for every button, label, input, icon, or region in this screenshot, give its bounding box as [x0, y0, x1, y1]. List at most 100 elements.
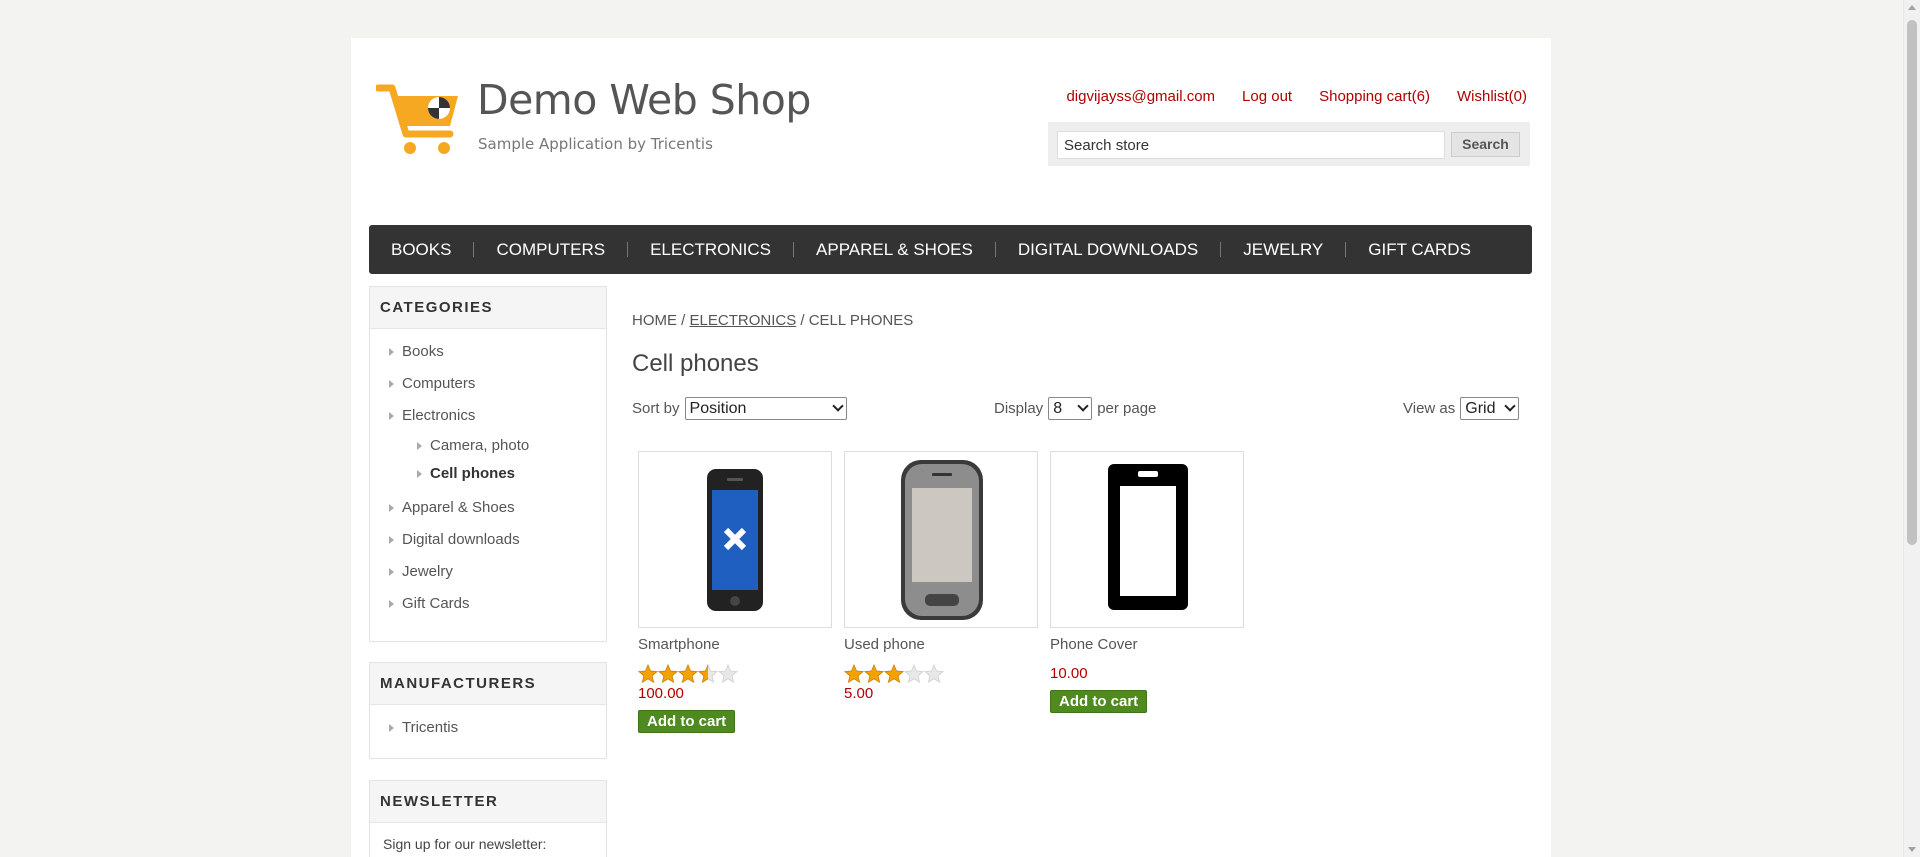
shopping-cart-link[interactable]: Shopping cart(6) — [1319, 88, 1430, 105]
menu-item-digital-downloads[interactable]: DIGITAL DOWNLOADS — [1018, 240, 1198, 260]
bullet-arrow-icon — [389, 412, 394, 420]
search-input[interactable]: Search store — [1057, 131, 1445, 159]
top-menu: BOOKS COMPUTERS ELECTRONICS APPAREL & SH… — [369, 225, 1532, 274]
star-empty-icon — [903, 664, 925, 684]
product-item: Smartphone 100.00 Add to cart — [638, 451, 832, 733]
sort-by-label: Sort by — [632, 400, 680, 417]
product-title[interactable]: Smartphone — [638, 636, 832, 653]
product-price: 100.00 — [638, 685, 684, 702]
category-digital-downloads[interactable]: Digital downloads — [370, 524, 606, 556]
manufacturers-title: MANUFACTURERS — [370, 663, 606, 705]
category-electronics[interactable]: Electronics — [370, 400, 606, 432]
star-rating-icon — [638, 664, 738, 684]
product-title[interactable]: Phone Cover — [1050, 636, 1244, 653]
menu-item-apparel-shoes[interactable]: APPAREL & SHOES — [816, 240, 973, 260]
newsletter-block: NEWSLETTER Sign up for our newsletter: — [369, 780, 607, 857]
site-logo[interactable]: Demo Web Shop Sample Application by Tric… — [376, 76, 811, 162]
breadcrumb-separator: / — [681, 312, 686, 329]
bullet-arrow-icon — [389, 380, 394, 388]
view-as-label: View as — [1403, 400, 1456, 417]
logout-link[interactable]: Log out — [1242, 88, 1292, 105]
category-camera-photo[interactable]: Camera, photo — [370, 432, 606, 460]
search-box: Search store Search — [1048, 122, 1530, 166]
category-gift-cards[interactable]: Gift Cards — [370, 588, 606, 620]
star-filled-icon — [658, 664, 678, 684]
page-container: Demo Web Shop Sample Application by Tric… — [351, 38, 1551, 857]
product-image[interactable] — [1050, 451, 1244, 628]
phone-cover-image-icon — [1108, 464, 1188, 610]
menu-item-jewelry[interactable]: JEWELRY — [1243, 240, 1323, 260]
category-apparel-shoes[interactable]: Apparel & Shoes — [370, 492, 606, 524]
product-price: 5.00 — [844, 685, 874, 702]
display-label: Display — [994, 400, 1044, 417]
add-to-cart-button[interactable]: Add to cart — [638, 710, 736, 733]
bullet-arrow-icon — [389, 504, 394, 512]
sort-by-select[interactable]: Position — [684, 397, 847, 420]
category-books[interactable]: Books — [370, 336, 606, 368]
categories-title: CATEGORIES — [370, 287, 606, 329]
star-empty-icon — [717, 664, 738, 684]
smartphone-image-icon — [707, 469, 763, 611]
bullet-arrow-icon — [417, 470, 422, 478]
search-button[interactable]: Search — [1451, 132, 1520, 157]
product-image[interactable] — [844, 451, 1038, 628]
per-page-label: per page — [1097, 400, 1157, 417]
product-rating — [844, 664, 1038, 684]
bullet-arrow-icon — [389, 568, 394, 576]
category-label: Books — [402, 343, 444, 360]
chevron-down-icon — [1504, 400, 1516, 412]
sort-by-control: Sort by Position — [632, 397, 847, 420]
manufacturers-list: Tricentis — [370, 705, 606, 751]
category-jewelry[interactable]: Jewelry — [370, 556, 606, 588]
product-item: Phone Cover 10.00 Add to cart — [1050, 451, 1244, 713]
wishlist-link[interactable]: Wishlist(0) — [1457, 88, 1527, 105]
account-link[interactable]: digvijayss@gmail.com — [1066, 88, 1215, 105]
product-item: Used phone 5.00 — [844, 451, 1038, 702]
menu-divider — [1345, 242, 1347, 257]
breadcrumb-home[interactable]: HOME — [632, 312, 677, 329]
menu-item-books[interactable]: BOOKS — [391, 240, 451, 260]
bullet-arrow-icon — [389, 724, 394, 732]
star-filled-icon — [638, 664, 658, 684]
page-scrollbar[interactable] — [1903, 0, 1920, 857]
manufacturer-label: Tricentis — [402, 719, 459, 736]
category-label: Gift Cards — [402, 595, 470, 612]
manufacturer-tricentis[interactable]: Tricentis — [370, 712, 606, 744]
menu-divider — [627, 242, 629, 257]
page-size-value: 8 — [1053, 399, 1063, 417]
bullet-arrow-icon — [389, 536, 394, 544]
scroll-down-arrow-icon[interactable] — [1908, 847, 1916, 852]
star-filled-icon — [864, 664, 884, 684]
product-image[interactable] — [638, 451, 832, 628]
menu-item-gift-cards[interactable]: GIFT CARDS — [1368, 240, 1471, 260]
used-phone-image-icon — [901, 460, 983, 620]
category-label: Electronics — [402, 407, 476, 424]
sort-by-value: Position — [689, 399, 747, 417]
site-title: Demo Web Shop — [477, 76, 811, 124]
categories-list: Books Computers Electronics Camera, phot… — [370, 329, 606, 627]
category-label: Cell phones — [430, 465, 516, 482]
view-mode-value: Grid — [1465, 399, 1496, 417]
page-size-control: Display 8 per page — [994, 397, 1156, 420]
category-label: Apparel & Shoes — [402, 499, 515, 516]
menu-divider — [1220, 242, 1222, 257]
menu-item-electronics[interactable]: ELECTRONICS — [650, 240, 771, 260]
star-filled-icon — [844, 664, 864, 684]
scrollbar-thumb[interactable] — [1907, 20, 1917, 545]
breadcrumb-electronics[interactable]: ELECTRONICS — [690, 312, 797, 329]
scroll-up-arrow-icon[interactable] — [1908, 5, 1916, 10]
view-mode-select[interactable]: Grid — [1460, 397, 1520, 420]
menu-item-computers[interactable]: COMPUTERS — [496, 240, 605, 260]
breadcrumb: HOME / ELECTRONICS / CELL PHONES — [632, 312, 913, 329]
add-to-cart-button[interactable]: Add to cart — [1050, 690, 1148, 713]
bullet-arrow-icon — [389, 348, 394, 356]
page-size-select[interactable]: 8 — [1048, 397, 1093, 420]
newsletter-title: NEWSLETTER — [370, 781, 606, 823]
category-computers[interactable]: Computers — [370, 368, 606, 400]
category-cell-phones[interactable]: Cell phones — [370, 460, 606, 488]
product-title[interactable]: Used phone — [844, 636, 1038, 653]
chevron-down-icon — [831, 400, 844, 412]
bullet-arrow-icon — [389, 600, 394, 608]
manufacturers-block: MANUFACTURERS Tricentis — [369, 662, 607, 759]
category-label: Camera, photo — [430, 437, 530, 454]
